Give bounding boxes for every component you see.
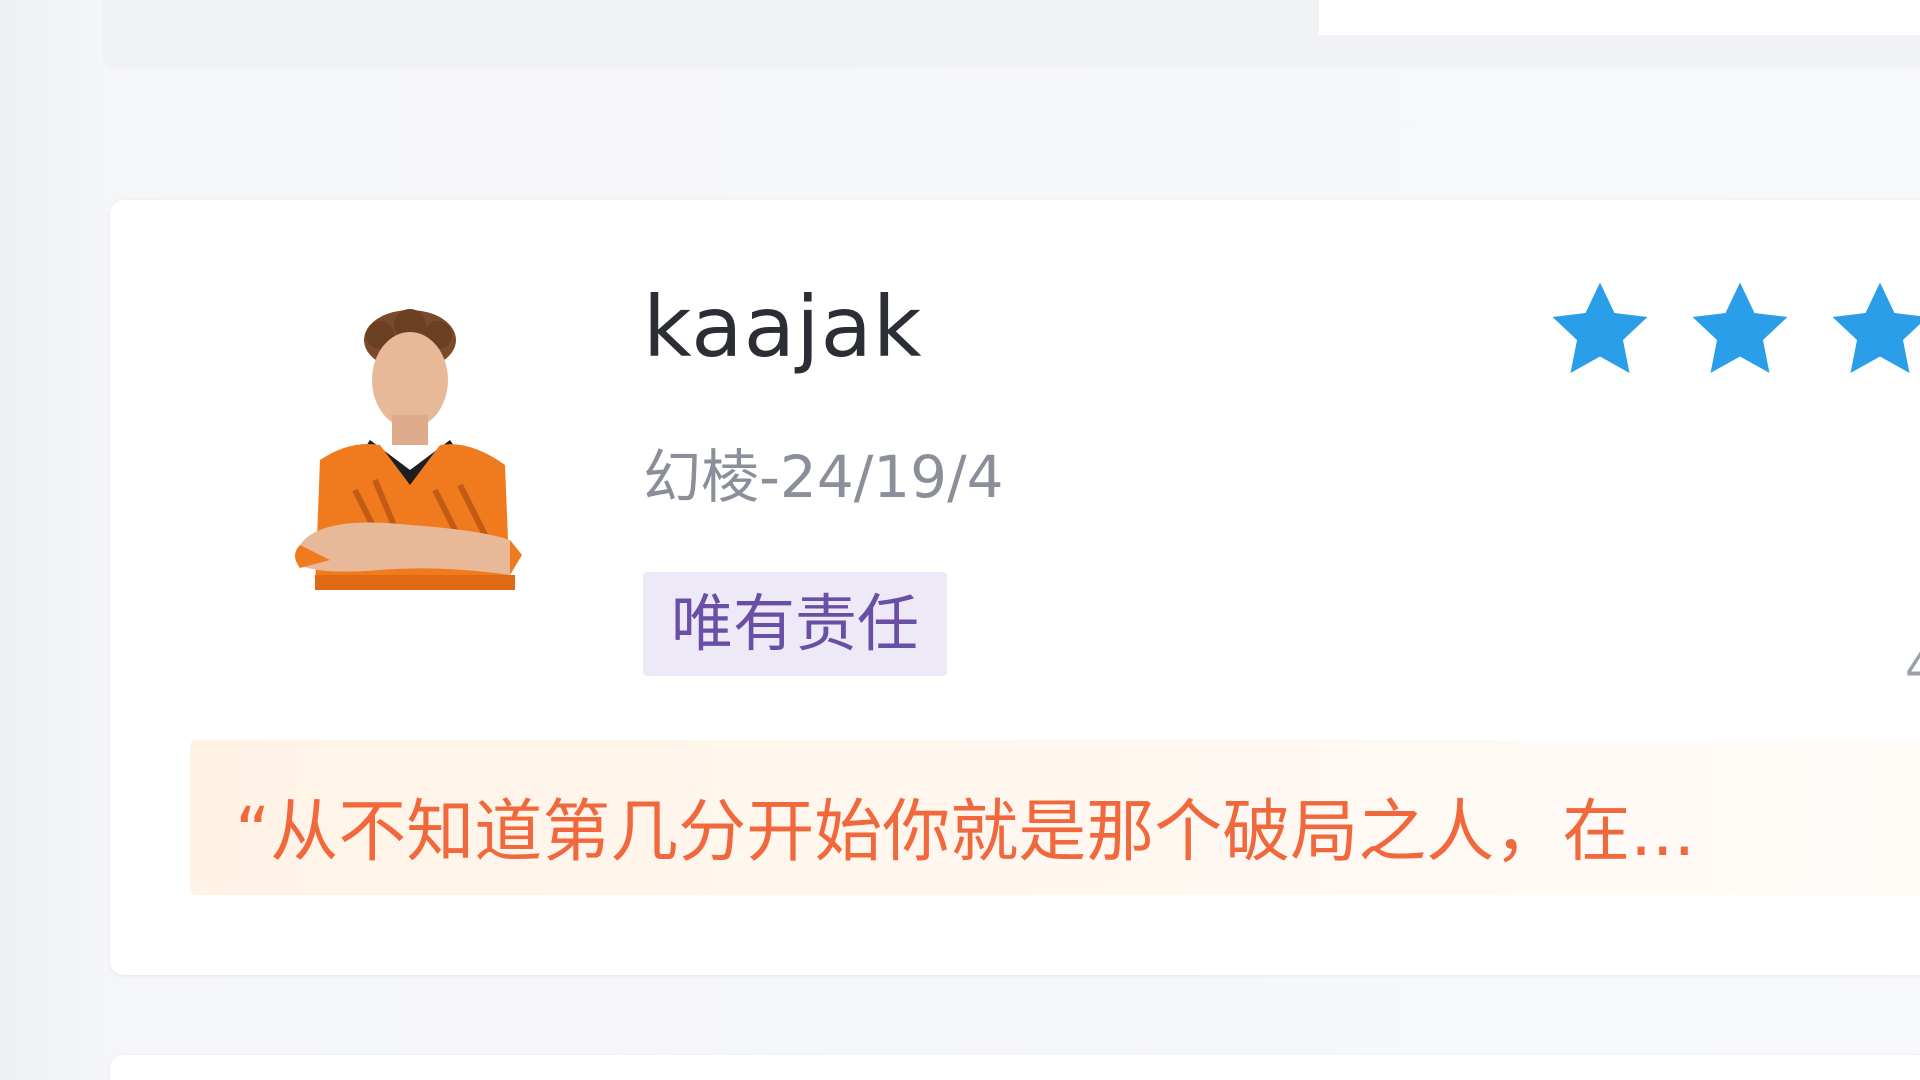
- previous-card-panel: [1319, 0, 1920, 35]
- rating-value: 4: [1905, 640, 1920, 696]
- star-icon: [1820, 270, 1920, 390]
- player-tag: 唯有责任: [643, 572, 948, 676]
- player-photo: [295, 309, 522, 590]
- star-icon: [1680, 270, 1800, 390]
- rating-stars: [1540, 270, 1920, 390]
- player-quote-box: “从不知道第几分开始你就是那个破局之人，在...: [190, 740, 1920, 895]
- player-avatar: [260, 290, 560, 590]
- previous-card: [104, 0, 1920, 64]
- player-quote: “从不知道第几分开始你就是那个破局之人，在...: [235, 793, 1696, 872]
- next-card: [110, 1055, 1920, 1080]
- page: kaajak 幻棱-24/19/4 唯有责任 4 “从不知道第几分开始你就是那个…: [0, 0, 1920, 1080]
- player-stats: 幻棱-24/19/4: [643, 443, 1004, 511]
- star-icon: [1540, 270, 1660, 390]
- player-card[interactable]: kaajak 幻棱-24/19/4 唯有责任 4 “从不知道第几分开始你就是那个…: [110, 200, 1920, 975]
- player-name: kaajak: [643, 278, 923, 376]
